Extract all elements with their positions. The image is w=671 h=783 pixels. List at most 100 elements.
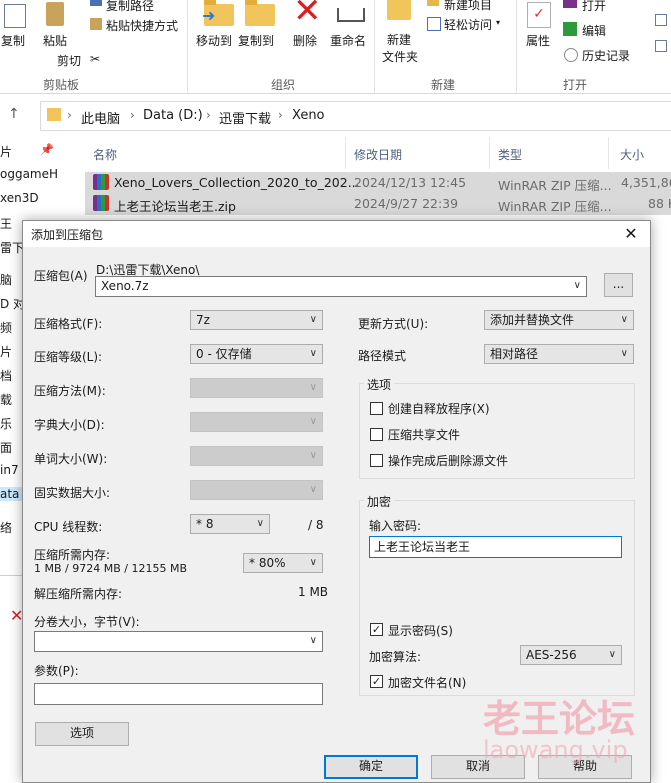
password-input[interactable]: 上老王论坛当老王 (369, 536, 622, 558)
copy-button[interactable]: 复制 (1, 32, 25, 49)
edit-button[interactable]: 编辑 (582, 22, 606, 39)
breadcrumb-xunlei[interactable]: 迅雷下载 (219, 108, 271, 127)
delete-button[interactable]: 删除 (293, 32, 317, 49)
delete-icon[interactable]: ✕ (293, 0, 322, 28)
memory-select[interactable]: * 80% ∨ (243, 553, 323, 573)
split-size-combo[interactable]: ∨ (34, 631, 323, 652)
paste-shortcut-button[interactable]: 粘贴快捷方式 (106, 17, 178, 34)
close-icon[interactable]: ✕ (620, 223, 642, 245)
nav-item[interactable]: 络 (0, 519, 12, 536)
nav-item[interactable]: 脑 (0, 271, 12, 288)
open-button[interactable]: 打开 (582, 0, 606, 14)
threads-value: * 8 (196, 517, 214, 531)
new-folder-button-line2[interactable]: 文件夹 (382, 48, 418, 65)
organize-group-label: 组织 (271, 78, 296, 92)
chevron-down-icon: ∨ (309, 484, 317, 495)
dialog-titlebar (23, 221, 650, 247)
scissors-icon: ✂ (90, 52, 101, 66)
chevron-right-icon: › (206, 108, 211, 122)
nav-item[interactable]: 片 (0, 143, 12, 160)
show-password-label[interactable]: 显示密码(S) (388, 622, 453, 639)
breadcrumb-this-pc[interactable]: 此电脑 (81, 108, 120, 127)
format-select[interactable]: 7z ∨ (190, 310, 323, 330)
pin-icon: 📌 (40, 143, 54, 156)
browse-button[interactable]: ... (604, 273, 633, 297)
paste-icon[interactable] (46, 2, 64, 26)
encryption-method-select[interactable]: AES-256 ∨ (520, 645, 622, 665)
table-row[interactable]: 上老王论坛当老王.zip 2024/9/27 22:39 WinRAR ZIP … (85, 193, 671, 215)
up-arrow-icon[interactable]: ↑ (8, 106, 20, 122)
nav-item[interactable]: 档 (0, 367, 12, 384)
sfx-label[interactable]: 创建自释放程序(X) (388, 400, 490, 417)
nav-item[interactable]: 频 (0, 319, 12, 336)
nav-item[interactable]: 雷下 (0, 239, 24, 256)
chevron-down-icon: ∨ (309, 314, 317, 325)
parameters-input[interactable] (34, 683, 323, 705)
path-mode-select[interactable]: 相对路径 ∨ (484, 344, 634, 364)
threads-select[interactable]: * 8 ∨ (190, 514, 270, 534)
chevron-down-icon: ∨ (309, 635, 317, 646)
nav-item[interactable]: in7 (0, 463, 19, 477)
new-folder-button-line1[interactable]: 新建 (387, 31, 411, 48)
archive-name-combo[interactable]: Xeno.7z ∨ (95, 276, 587, 297)
delete-after-checkbox[interactable] (370, 454, 383, 467)
chevron-down-icon: ∨ (309, 416, 317, 427)
properties-icon[interactable]: ✓ (527, 2, 551, 28)
sfx-checkbox[interactable] (370, 402, 383, 415)
encryption-method-value: AES-256 (526, 648, 577, 662)
rename-icon[interactable] (337, 8, 365, 22)
copy-icon[interactable] (4, 4, 26, 28)
nav-item[interactable]: xen3D (0, 191, 39, 205)
shared-files-label[interactable]: 压缩共享文件 (388, 426, 460, 443)
nav-item[interactable]: 片 (0, 343, 12, 360)
nav-item[interactable]: 载 (0, 391, 12, 408)
encrypt-names-label[interactable]: 加密文件名(N) (388, 674, 466, 691)
format-value: 7z (196, 313, 210, 327)
column-header-date[interactable]: 修改日期 (354, 146, 402, 163)
cut-button[interactable]: 剪切 (57, 52, 81, 69)
col-divider (345, 137, 346, 169)
new-folder-icon[interactable] (387, 0, 411, 20)
breadcrumb-data-d[interactable]: Data (D:) (143, 108, 203, 123)
file-name: 上老王论坛当老王.zip (114, 199, 236, 214)
column-header-name[interactable]: 名称 (93, 146, 117, 163)
chevron-down-icon: ∨ (256, 518, 264, 529)
move-to-button[interactable]: 移动到 (196, 32, 232, 49)
update-mode-value: 添加并替换文件 (490, 313, 575, 327)
dictionary-select: ∨ (190, 412, 323, 432)
open-icon (563, 0, 577, 8)
encrypt-names-checkbox[interactable]: ✓ (370, 675, 383, 688)
properties-button[interactable]: 属性 (526, 32, 550, 49)
history-button[interactable]: 历史记录 (582, 47, 630, 64)
show-password-checkbox[interactable]: ✓ (370, 623, 383, 636)
nav-item[interactable]: 乐 (0, 415, 12, 432)
copy-path-button[interactable]: 复制路径 (106, 0, 154, 14)
easy-access-button[interactable]: 轻松访问 (444, 16, 492, 33)
column-header-size[interactable]: 大小 (620, 146, 644, 163)
nav-item[interactable]: ata ( (0, 487, 28, 501)
nav-item[interactable]: 王 (0, 215, 12, 232)
delete-after-label[interactable]: 操作完成后删除源文件 (388, 452, 508, 469)
paste-button[interactable]: 粘贴 (43, 32, 67, 49)
breadcrumb-xeno[interactable]: Xeno (292, 108, 325, 123)
rename-button[interactable]: 重命名 (330, 32, 366, 49)
copy-to-icon[interactable] (245, 0, 275, 26)
dropdown-arrow-icon: ▾ (496, 18, 501, 27)
copy-to-button[interactable]: 复制到 (238, 32, 274, 49)
ok-button[interactable]: 确定 (324, 755, 418, 779)
level-select[interactable]: 0 - 仅存储 ∨ (190, 344, 323, 364)
col-divider (489, 137, 490, 169)
options-button[interactable]: 选项 (35, 722, 129, 746)
nav-item[interactable]: 面 (0, 439, 12, 456)
nav-item[interactable]: oggameH (0, 167, 58, 181)
table-row[interactable]: Xeno_Lovers_Collection_2020_to_202... 20… (85, 172, 671, 194)
chevron-right-icon: › (278, 108, 283, 122)
encryption-method-label: 加密算法: (369, 650, 422, 664)
new-group-label: 新建 (431, 78, 456, 92)
winrar-archive-icon (93, 195, 109, 211)
new-item-button[interactable]: 新建项目 (444, 0, 492, 13)
encryption-group-title: 加密 (364, 493, 395, 510)
shared-files-checkbox[interactable] (370, 428, 383, 441)
update-mode-select[interactable]: 添加并替换文件 ∨ (484, 310, 634, 330)
column-header-type[interactable]: 类型 (498, 146, 522, 163)
